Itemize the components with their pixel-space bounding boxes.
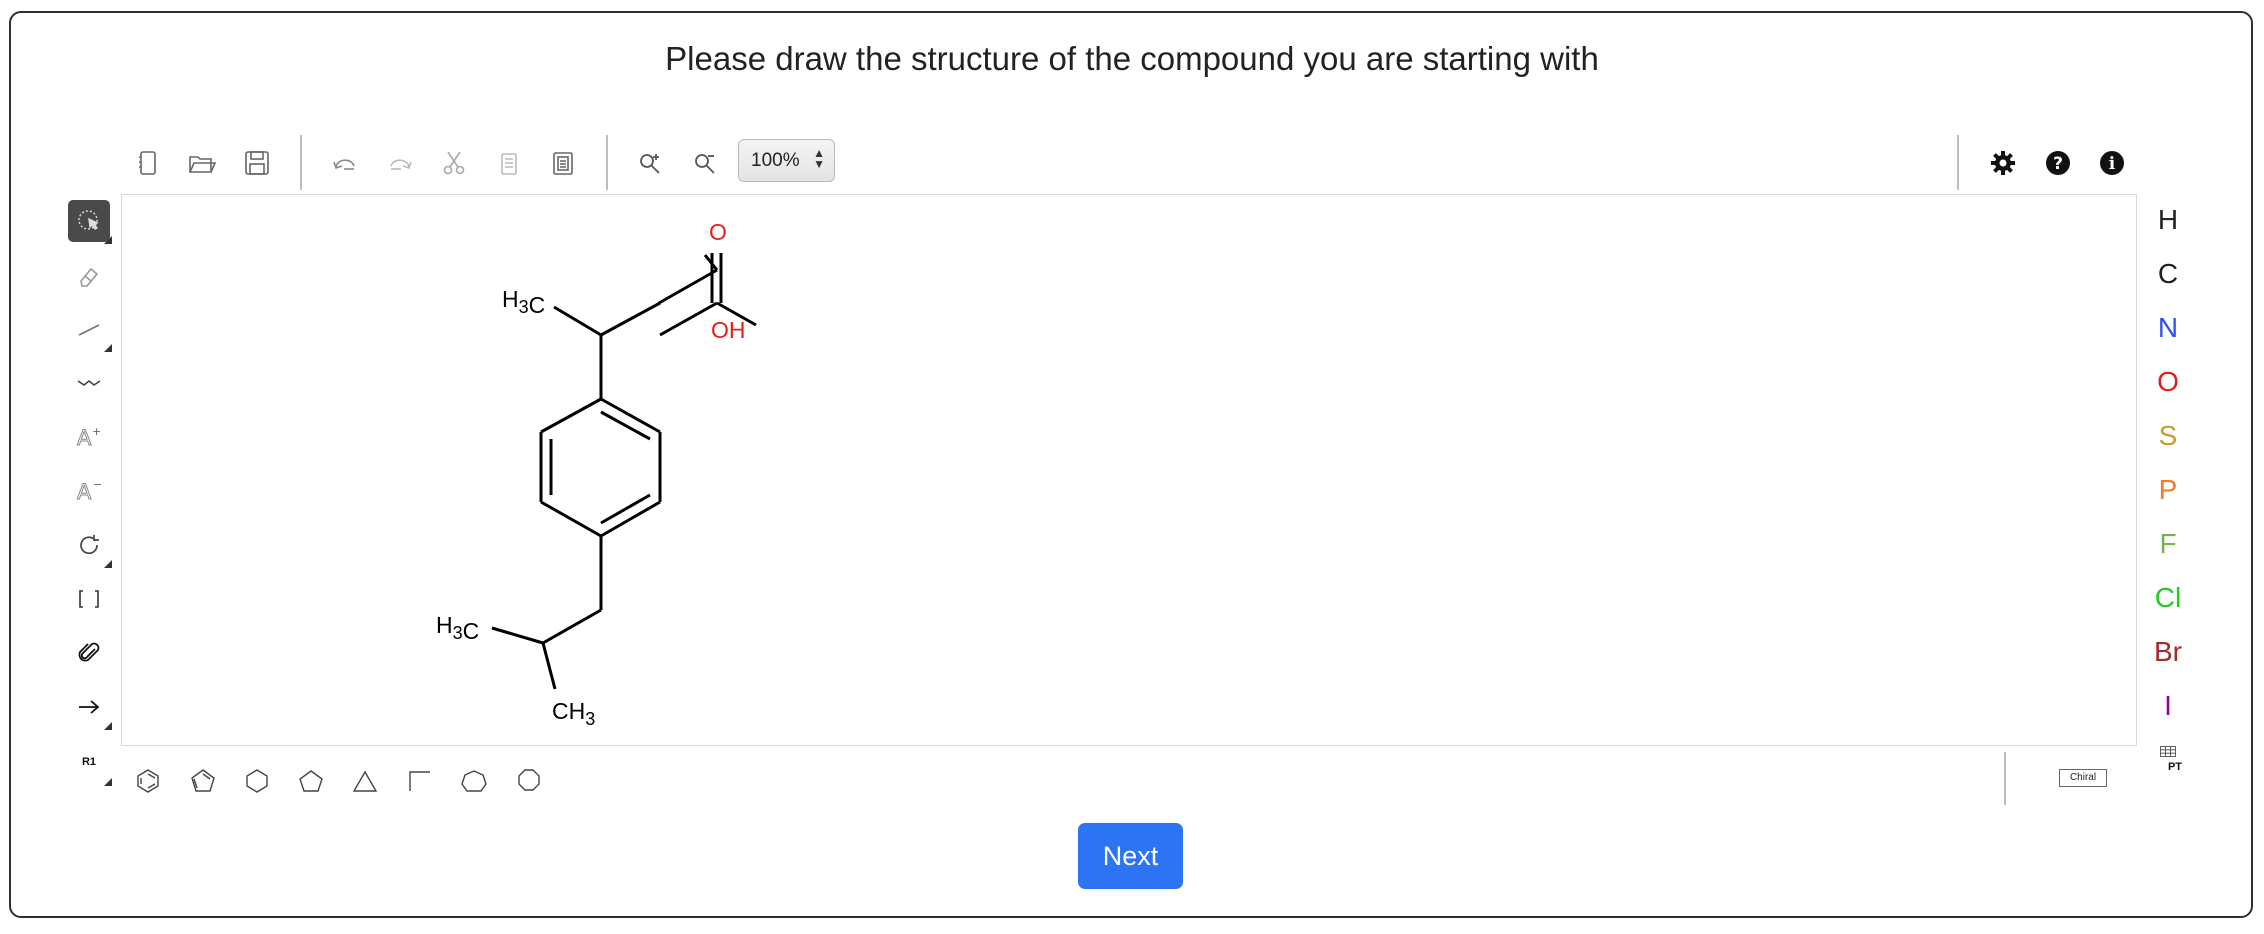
toolbar-separator bbox=[300, 135, 302, 190]
dropdown-corner-icon bbox=[104, 236, 112, 244]
chiral-flag: Chiral bbox=[2059, 769, 2107, 787]
cyclooctane-template-icon[interactable] bbox=[509, 761, 549, 801]
atom-label: H bbox=[2157, 204, 2179, 235]
atom-button-f[interactable]: F bbox=[2148, 524, 2188, 564]
atom-button-n[interactable]: N bbox=[2148, 308, 2188, 348]
new-document-icon[interactable] bbox=[128, 143, 168, 183]
settings-icon[interactable] bbox=[1983, 143, 2023, 183]
paste-icon[interactable] bbox=[543, 143, 583, 183]
svg-text:A: A bbox=[77, 480, 92, 504]
atom-label: N bbox=[2157, 312, 2179, 343]
atom-button-o[interactable]: O bbox=[2148, 362, 2188, 402]
zoom-select[interactable]: 100% ▲ ▼ bbox=[738, 139, 835, 182]
rgroup-tool[interactable]: R1 bbox=[68, 748, 110, 776]
cut-icon[interactable] bbox=[434, 143, 474, 183]
atom-button-p[interactable]: P bbox=[2148, 470, 2188, 510]
zoom-out-icon[interactable] bbox=[686, 143, 726, 183]
atom-button-i[interactable]: I bbox=[2148, 686, 2188, 726]
methyl-label-top: H3C bbox=[502, 286, 545, 318]
oxygen-label: O bbox=[709, 219, 727, 245]
eraser-tool[interactable] bbox=[68, 254, 110, 296]
atom-label: Br bbox=[2154, 636, 2182, 667]
atom-button-cl[interactable]: Cl bbox=[2148, 578, 2188, 618]
cyclohexane-template-icon[interactable] bbox=[237, 761, 277, 801]
svg-text:A: A bbox=[77, 426, 92, 450]
cyclobutane-template-icon[interactable] bbox=[400, 761, 440, 801]
methyl-label-left: H3C bbox=[436, 612, 479, 644]
toolbar-separator bbox=[606, 135, 608, 190]
atom-button-h[interactable]: H bbox=[2148, 200, 2188, 240]
page-title: Please draw the structure of the compoun… bbox=[665, 40, 1599, 77]
atom-label: P bbox=[2158, 474, 2178, 505]
cycloheptane-template-icon[interactable] bbox=[454, 761, 494, 801]
charge-plus-tool[interactable]: A + bbox=[68, 416, 110, 458]
updown-arrows-icon: ▲ ▼ bbox=[813, 146, 825, 171]
zoom-in-icon[interactable] bbox=[631, 143, 671, 183]
atom-label: S bbox=[2158, 420, 2178, 451]
next-button[interactable]: Next bbox=[1078, 823, 1183, 889]
atom-button-br[interactable]: Br bbox=[2148, 632, 2188, 672]
dropdown-corner-icon bbox=[104, 778, 112, 786]
svg-text:?: ? bbox=[2053, 154, 2063, 174]
zoom-value: 100% bbox=[751, 149, 800, 171]
atom-button-s[interactable]: S bbox=[2148, 416, 2188, 456]
svg-text:+: + bbox=[92, 425, 101, 438]
benzene-template-icon[interactable] bbox=[128, 761, 168, 801]
cyclopropane-template-icon[interactable] bbox=[345, 761, 385, 801]
rgroup-label: R1 bbox=[81, 756, 97, 768]
atom-button-c[interactable]: C bbox=[2148, 254, 2188, 294]
atom-label: C bbox=[2157, 258, 2179, 289]
toolbar-separator bbox=[2004, 752, 2006, 805]
info-icon[interactable]: i bbox=[2092, 143, 2132, 183]
atom-label: O bbox=[2157, 366, 2179, 397]
undo-icon[interactable] bbox=[325, 143, 365, 183]
svg-text:−: − bbox=[93, 478, 102, 491]
toolbar-separator bbox=[1957, 135, 1959, 190]
atom-label: Cl bbox=[2154, 582, 2182, 613]
atom-label: F bbox=[2159, 528, 2177, 559]
cyclopentadiene-template-icon[interactable] bbox=[183, 761, 223, 801]
methyl-label-bottom: CH3 bbox=[552, 698, 595, 729]
copy-icon[interactable] bbox=[489, 143, 529, 183]
chain-tool[interactable] bbox=[68, 362, 110, 404]
svg-text:i: i bbox=[2109, 154, 2116, 174]
dropdown-corner-icon bbox=[104, 722, 112, 730]
atom-label: I bbox=[2164, 690, 2172, 721]
sgroup-bracket-tool[interactable] bbox=[68, 578, 110, 620]
periodic-table-label: PT bbox=[2167, 761, 2183, 773]
molecule-structure: O OH H3C H3C CH3 bbox=[436, 219, 757, 729]
dropdown-corner-icon bbox=[104, 344, 112, 352]
help-icon[interactable]: ? bbox=[2038, 143, 2078, 183]
drawing-canvas[interactable]: O OH H3C H3C CH3 bbox=[121, 194, 2137, 746]
cyclopentane-template-icon[interactable] bbox=[291, 761, 331, 801]
open-folder-icon[interactable] bbox=[182, 143, 222, 183]
redo-icon[interactable] bbox=[380, 143, 420, 183]
charge-minus-tool[interactable]: A − bbox=[68, 470, 110, 512]
dropdown-corner-icon bbox=[104, 560, 112, 568]
reaction-mapping-tool[interactable] bbox=[68, 632, 110, 674]
periodic-table-button[interactable]: PT bbox=[2148, 744, 2188, 784]
save-icon[interactable] bbox=[237, 143, 277, 183]
hydroxyl-label: OH bbox=[711, 317, 746, 343]
